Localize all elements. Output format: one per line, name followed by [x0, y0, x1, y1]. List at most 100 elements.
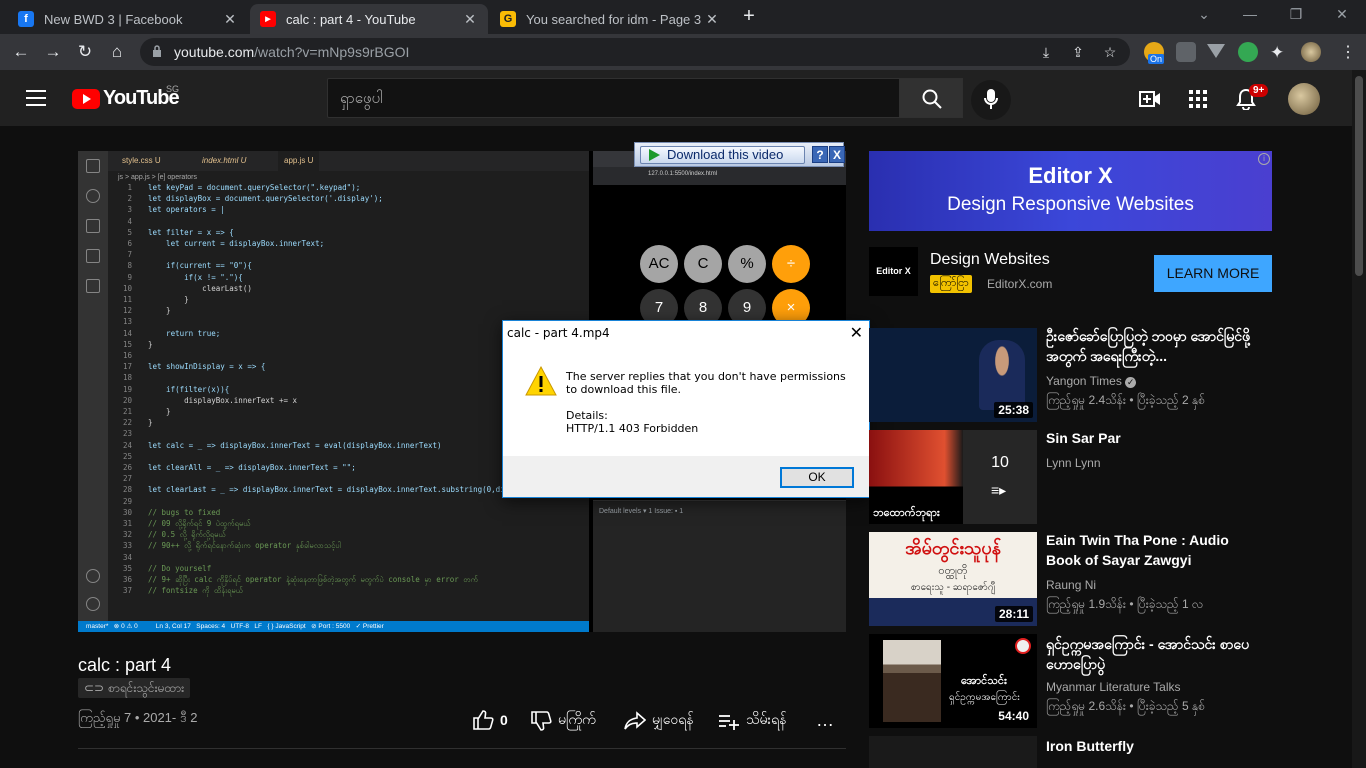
related-thumbnail[interactable]: [869, 736, 1037, 768]
line-number: 12: [122, 306, 132, 316]
scrollbar-thumb[interactable]: [1355, 76, 1363, 276]
bookmark-star-icon[interactable]: ☆: [1102, 44, 1118, 60]
hamburger-menu-icon[interactable]: [26, 90, 46, 106]
apps-grid-icon[interactable]: [1187, 88, 1209, 110]
code-line: return true;: [148, 328, 221, 338]
browser-toolbar: ← → ↻ ⌂ youtube.com/watch?v=mNp9s9rBGOI …: [0, 34, 1366, 70]
vscode-status-bar: master* ⊗ 0 ⚠ 0 Ln 3, Col 17 Spaces: 4 U…: [78, 621, 589, 632]
page-scrollbar[interactable]: [1352, 70, 1366, 768]
code-line: let filter = x => {: [148, 227, 234, 237]
browser-tab-google[interactable]: G You searched for idm - Page 3 of ✕: [490, 4, 730, 34]
idm-download-button[interactable]: Download this video: [640, 146, 805, 164]
related-thumbnail[interactable]: 25:38: [869, 328, 1037, 422]
ok-button[interactable]: OK: [780, 467, 854, 488]
devtools-console: Default levels ▾ 1 Issue: ▪ 1: [593, 500, 846, 632]
dislike-button[interactable]: မကြိုက်: [530, 710, 596, 731]
related-title[interactable]: Iron Butterfly: [1046, 736, 1256, 756]
playlist-icon: ≡▸: [991, 482, 1007, 498]
thumbnail-author: စာရေးသူ - ဆရာဇော်ဂျီ: [910, 582, 996, 593]
vscode-breadcrumb: js > app.js > [e] operators: [118, 174, 197, 181]
related-meta: ကြည့်ရှုမှု 1.9သိန်း • ပြီးခဲ့သည့် 1 လ: [1046, 597, 1204, 611]
search-button[interactable]: [899, 78, 963, 118]
code-line: let operators = |: [148, 205, 225, 215]
line-number: 37: [122, 586, 132, 596]
reload-icon[interactable]: ↻: [74, 41, 96, 63]
like-button[interactable]: 0: [472, 710, 508, 730]
related-thumbnail[interactable]: ဘထောက်ဘုရား 10 ≡▸: [869, 430, 1037, 524]
close-tab-icon[interactable]: ✕: [462, 11, 478, 28]
share-button[interactable]: မျှဝေရန်: [624, 710, 694, 731]
related-channel[interactable]: Lynn Lynn: [1046, 456, 1101, 470]
more-actions-icon[interactable]: …: [816, 710, 835, 731]
related-channel[interactable]: Myanmar Literature Talks: [1046, 680, 1181, 694]
related-title[interactable]: ဦးဇော်ခော်ပြောပြတဲ့ ဘဝမှာ အောင်မြင်ဖို့အ…: [1046, 326, 1256, 366]
minimize-icon[interactable]: —: [1238, 6, 1262, 22]
idm-close-button[interactable]: X: [829, 146, 845, 163]
ad-badge: ကြော်ငြာ: [930, 275, 972, 293]
link-icon: ⊂⊃: [84, 681, 105, 695]
code-line: let clearLast = _ => displayBox.innerTex…: [148, 485, 505, 495]
extension-icon[interactable]: [1238, 42, 1258, 62]
restore-icon[interactable]: ❐: [1284, 6, 1308, 23]
install-app-icon[interactable]: ⤓: [1038, 44, 1054, 60]
search-icon: [86, 189, 100, 203]
ad-title[interactable]: Design Websites: [930, 251, 1050, 269]
unlisted-chip: ⊂⊃ စာရင်းသွင်းမထား: [78, 678, 191, 698]
related-title[interactable]: ရှင်ဥက္ကမအကြောင်း - အောင်သင်း စာပေဟောပြေ…: [1046, 634, 1256, 674]
run-debug-icon: [86, 249, 100, 263]
forward-icon[interactable]: →: [42, 41, 64, 63]
voice-search-button[interactable]: [971, 80, 1011, 120]
calculator-key: ÷: [772, 245, 810, 283]
close-tab-icon[interactable]: ✕: [704, 11, 720, 28]
close-window-icon[interactable]: ✕: [1330, 6, 1354, 23]
ad-logo[interactable]: Editor X: [869, 247, 918, 296]
extensions-puzzle-icon[interactable]: ✦: [1270, 43, 1284, 63]
back-icon[interactable]: ←: [10, 41, 32, 63]
save-button[interactable]: သိမ်းရန်: [718, 710, 786, 731]
new-tab-icon[interactable]: +: [738, 6, 760, 28]
related-meta: ကြည့်ရှုမှု 2.4သိန်း • ပြီးခဲ့သည့် 2 နှစ…: [1046, 393, 1205, 407]
tab-title: calc : part 4 - YouTube: [286, 11, 416, 27]
code-line: if(current == "0"){: [148, 261, 252, 271]
menu-icon[interactable]: ⋮: [1340, 42, 1356, 62]
related-thumbnail[interactable]: အောင်သင်း ရှင်ဥက္ကမအကြောင်း 54:40: [869, 634, 1037, 728]
tab-search-icon[interactable]: ⌄: [1192, 6, 1216, 23]
shield-icon[interactable]: [1176, 42, 1196, 62]
related-channel[interactable]: Raung Ni: [1046, 578, 1096, 592]
related-thumbnail[interactable]: အိမ်တွင်းသူပုန် ဝတ္ထုတို စာရေးသူ - ဆရာဇေ…: [869, 532, 1037, 626]
ad-info-icon[interactable]: i: [1258, 153, 1270, 165]
youtube-logo[interactable]: YouTube SG: [72, 84, 180, 110]
share-icon[interactable]: ⇪: [1070, 44, 1086, 60]
related-title[interactable]: Eain Twin Tha Pone : Audio Book of Sayar…: [1046, 530, 1256, 570]
vue-devtools-icon[interactable]: [1207, 44, 1225, 58]
ad-banner[interactable]: Editor X Design Responsive Websites: [869, 151, 1272, 231]
create-video-icon[interactable]: [1139, 88, 1161, 110]
code-line: // 9+ ဆိုပြီး calc ကိုနှိပ်ရင် operator …: [148, 575, 478, 584]
youtube-play-icon: [72, 88, 100, 109]
account-avatar[interactable]: [1288, 83, 1320, 115]
browser-tab-youtube[interactable]: ▶ calc : part 4 - YouTube ✕: [250, 4, 488, 34]
close-tab-icon[interactable]: ✕: [222, 11, 238, 28]
home-icon[interactable]: ⌂: [106, 41, 128, 63]
ad-url: EditorX.com: [987, 277, 1053, 291]
profile-avatar[interactable]: [1301, 42, 1321, 62]
search-icon: [922, 89, 942, 109]
related-title[interactable]: Sin Sar Par: [1046, 428, 1256, 448]
line-number: 33: [122, 541, 132, 551]
idm-help-button[interactable]: ?: [812, 146, 828, 163]
dialog-close-icon[interactable]: ✕: [850, 323, 863, 343]
related-channel[interactable]: Yangon Times ✓: [1046, 374, 1137, 388]
address-bar[interactable]: youtube.com/watch?v=mNp9s9rBGOI ⤓ ⇪ ☆: [140, 38, 1130, 66]
learn-more-button[interactable]: LEARN MORE: [1154, 255, 1272, 292]
code-line: // bugs to fixed: [148, 507, 221, 517]
extensions-icon: [86, 279, 100, 293]
calculator-key: AC: [640, 245, 678, 283]
browser-tab-facebook[interactable]: f New BWD 3 | Facebook ✕: [8, 4, 248, 34]
search-input[interactable]: ရှာဖွေပါ: [327, 78, 900, 118]
code-line: let keyPad = document.querySelector(".ke…: [148, 183, 361, 192]
vscode-tab-active: app.js U: [278, 151, 320, 171]
line-number: 34: [122, 552, 132, 562]
dialog-footer: OK: [503, 456, 869, 497]
line-number: 4: [127, 216, 132, 226]
code-line: }: [148, 339, 153, 349]
